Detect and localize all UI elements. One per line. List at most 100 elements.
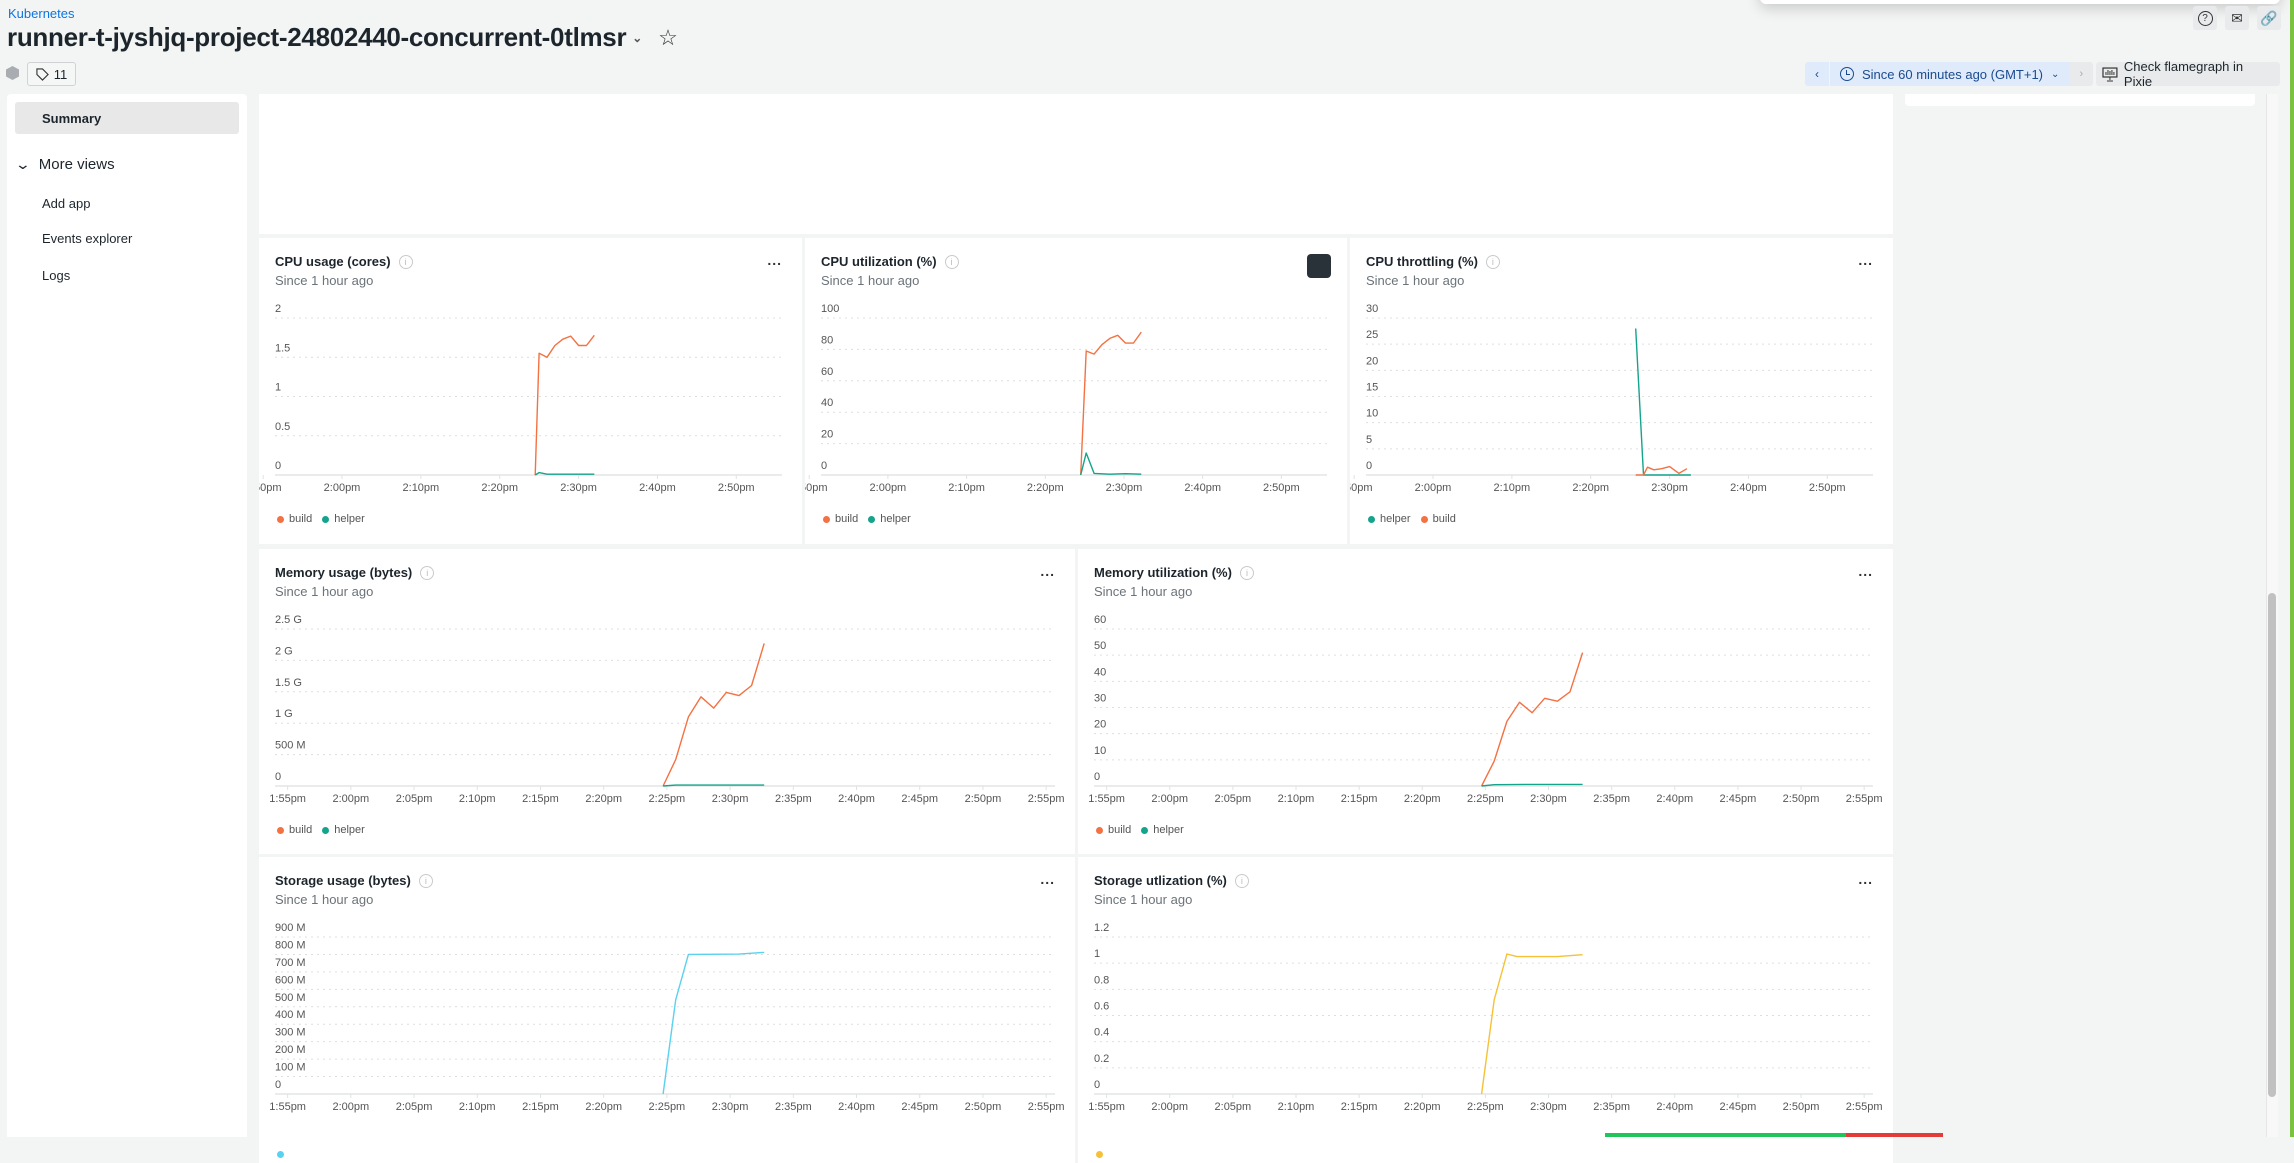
x-tick-label: 1:55pm <box>1088 1101 1125 1113</box>
series-line-series[interactable] <box>1480 953 1583 1095</box>
x-tick-label: 1:50pm <box>259 482 282 494</box>
legend-dot <box>868 515 876 523</box>
y-tick-label: 300 M <box>275 1027 306 1039</box>
legend-label: build <box>289 513 313 525</box>
x-tick-label: 2:15pm <box>522 793 559 805</box>
x-tick-label: 2:50pm <box>1783 1101 1820 1113</box>
link-button[interactable]: 🔗 <box>2257 6 2281 30</box>
x-tick-label: 1:55pm <box>269 1101 306 1113</box>
status-bar-error <box>1846 1133 1943 1137</box>
x-tick-label: 2:10pm <box>459 793 496 805</box>
series-line-helper[interactable] <box>1635 328 1691 476</box>
favorite-star-icon[interactable]: ☆ <box>658 25 678 51</box>
chart-card: Storage usage (bytes) i Since 1 hour ago.… <box>259 857 1075 1163</box>
y-tick-label: 600 M <box>275 974 306 986</box>
entity-status-icon <box>6 66 19 80</box>
time-range-dropdown[interactable]: Since 60 minutes ago (GMT+1) ⌄ <box>1829 62 2070 86</box>
chart-card: CPU throttling (%) i Since 1 hour ago... 0… <box>1350 238 1893 544</box>
legend-item-helper[interactable]: helper <box>868 513 911 525</box>
y-tick-label: 0.6 <box>1094 1001 1109 1013</box>
tags-button[interactable]: 11 <box>27 62 76 86</box>
tag-count: 11 <box>53 66 68 82</box>
x-tick-label: 2:55pm <box>1846 793 1883 805</box>
line-chart: 0 0.5 1 1.5 2 1:50pm 2:00pm 2:10pm 2:20pm 2:30pm 2… <box>259 303 782 494</box>
legend-item-build[interactable]: build <box>277 513 312 525</box>
series-line-build[interactable] <box>534 334 595 476</box>
x-tick-label: 2:20pm <box>1027 482 1064 494</box>
chevron-down-icon[interactable]: ⌄ <box>632 31 642 45</box>
legend-dot <box>277 515 284 523</box>
x-tick-label: 2:20pm <box>1572 482 1609 494</box>
x-tick-label: 2:20pm <box>1404 1101 1441 1113</box>
time-next-button[interactable]: › <box>2069 62 2094 86</box>
series-line-helper[interactable] <box>1080 452 1142 476</box>
sidebar-item-summary[interactable]: Summary <box>15 102 239 134</box>
more-views-label: More views <box>38 156 115 173</box>
x-tick-label: 2:20pm <box>481 482 518 494</box>
check-flamegraph-button[interactable]: Check flamegraph in Pixie <box>2096 59 2280 89</box>
y-tick-label: 0 <box>821 460 827 472</box>
legend-item-build[interactable]: build <box>1420 513 1456 525</box>
x-tick-label: 1:50pm <box>1350 482 1373 494</box>
legend-dot <box>1096 1151 1103 1158</box>
line-chart: 0 5 10 15 20 25 30 1:50pm 2:00pm 2:10pm 2:20pm 2:30… <box>1350 303 1873 494</box>
y-tick-label: 700 M <box>275 957 306 969</box>
chart-card: Memory utilization (%) i Since 1 hour ago… <box>1078 549 1893 854</box>
y-tick-label: 1.2 <box>1094 922 1109 934</box>
y-tick-label: 10 <box>1366 408 1378 420</box>
series-line-build[interactable] <box>662 643 765 787</box>
legend-dot <box>1141 826 1149 834</box>
legend-item-build[interactable]: build <box>277 824 312 836</box>
y-tick-label: 5 <box>1366 434 1372 446</box>
x-tick-label: 2:50pm <box>1809 482 1846 494</box>
legend-item-build[interactable]: build <box>823 513 858 525</box>
line-chart: 0 20 40 60 80 100 1:50pm 2:00pm 2:10pm 2:20pm 2:30… <box>805 303 1327 494</box>
legend-item-helper[interactable]: helper <box>322 513 365 525</box>
x-tick-label: 2:40pm <box>1730 482 1767 494</box>
series-line-series[interactable] <box>662 951 765 1095</box>
legend-label: helper <box>334 513 365 525</box>
x-tick-label: 2:10pm <box>1494 482 1531 494</box>
clock-icon <box>1840 67 1854 81</box>
y-tick-label: 1.5 <box>275 342 290 354</box>
legend-item-helper[interactable]: helper <box>322 824 365 836</box>
y-tick-label: 800 M <box>275 939 306 951</box>
x-tick-label: 2:50pm <box>1783 793 1820 805</box>
breadcrumb-kubernetes[interactable]: Kubernetes <box>8 6 75 21</box>
series-line-build[interactable] <box>1480 652 1584 787</box>
series-line-build[interactable] <box>1080 331 1142 476</box>
y-tick-label: 60 <box>1094 614 1106 626</box>
y-tick-label: 2.5 G <box>275 614 302 626</box>
y-tick-label: 1.5 G <box>275 677 302 689</box>
time-prev-button[interactable]: ‹ <box>1805 62 1829 86</box>
help-button[interactable]: ? <box>2193 6 2217 30</box>
y-tick-label: 100 <box>821 303 839 315</box>
chart-card: Memory usage (bytes) i Since 1 hour ago..… <box>259 549 1075 854</box>
sidebar-item-events-explorer[interactable]: Events explorer <box>15 222 239 254</box>
more-views-toggle[interactable]: ⌄ More views <box>14 156 115 173</box>
scrollbar-thumb[interactable] <box>2268 593 2276 1097</box>
x-tick-label: 2:00pm <box>870 482 907 494</box>
page-title: runner-t-jyshjq-project-24802440-concurr… <box>7 22 678 53</box>
chart-legend: build helper <box>277 513 365 525</box>
chevron-down-icon: ⌄ <box>14 156 32 172</box>
y-tick-label: 2 G <box>275 645 293 657</box>
monitor-chart-icon <box>2102 66 2118 81</box>
legend-item-helper[interactable]: helper <box>1368 513 1411 525</box>
sidebar-item-logs[interactable]: Logs <box>15 259 239 291</box>
legend-label: helper <box>880 513 911 525</box>
x-tick-label: 2:00pm <box>1415 482 1452 494</box>
window-edge <box>2290 0 2294 1137</box>
legend-label: helper <box>334 824 365 836</box>
mail-button[interactable]: ✉ <box>2225 6 2249 30</box>
x-tick-label: 2:05pm <box>396 1101 433 1113</box>
legend-item-build[interactable]: build <box>1096 824 1131 836</box>
legend-dot <box>277 826 284 834</box>
legend-item-helper[interactable]: helper <box>1141 824 1184 836</box>
x-tick-label: 2:40pm <box>1656 793 1693 805</box>
chart-legend: helper build <box>1368 513 1456 525</box>
x-tick-label: 2:15pm <box>1341 793 1378 805</box>
sidebar-item-add-app[interactable]: Add app <box>15 187 239 219</box>
y-tick-label: 200 M <box>275 1044 306 1056</box>
y-tick-label: 500 M <box>275 992 306 1004</box>
